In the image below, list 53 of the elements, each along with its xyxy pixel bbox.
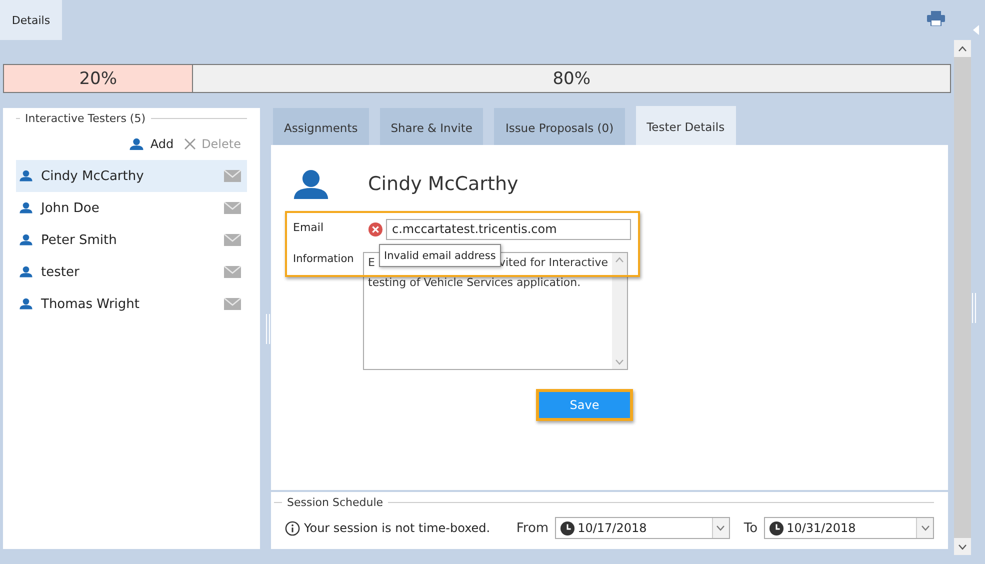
field-text: E	[368, 255, 375, 272]
person-icon	[19, 298, 33, 310]
error-icon	[368, 222, 383, 238]
mail-icon[interactable]	[224, 170, 241, 182]
tab[interactable]: Share & Invite	[380, 108, 484, 145]
person-icon	[19, 234, 33, 246]
splitter-grip[interactable]	[266, 314, 270, 344]
person-icon	[19, 266, 33, 278]
person-icon	[129, 138, 144, 150]
error-tooltip: Invalid email address	[379, 244, 501, 268]
clock-icon	[768, 520, 784, 536]
caret-icon	[920, 525, 930, 531]
tab[interactable]: Assignments	[273, 108, 369, 145]
email-field[interactable]: c.mccartatest.tricentis.com	[386, 219, 631, 240]
caret-icon	[716, 525, 726, 531]
tester-item[interactable]: Peter Smith	[16, 224, 247, 256]
email-label: Email	[292, 220, 325, 236]
to-label: To	[744, 520, 758, 536]
person-icon	[19, 170, 33, 182]
person-icon	[292, 169, 330, 200]
close-icon	[184, 138, 196, 150]
panel-title: Interactive Testers (5)	[25, 112, 146, 125]
info-icon	[285, 520, 300, 536]
tester-item[interactable]: tester	[16, 256, 247, 288]
splitter-grip[interactable]	[972, 293, 976, 323]
scroll-down-icon[interactable]	[958, 544, 967, 550]
scroll-up-icon[interactable]	[958, 46, 967, 52]
expand-arrow-icon[interactable]	[973, 25, 979, 35]
mail-icon[interactable]	[224, 234, 241, 246]
to-date-picker[interactable]: 10/31/2018	[764, 517, 934, 539]
printer-icon[interactable]	[927, 11, 945, 26]
from-label: From	[516, 520, 549, 536]
progress-segment: 20%	[4, 65, 194, 92]
add-button[interactable]: Add	[129, 137, 174, 151]
panel-title: Session Schedule	[287, 496, 384, 509]
tab[interactable]: Tester Details	[636, 106, 736, 145]
scrollbar[interactable]	[954, 40, 971, 555]
tester-item[interactable]: Cindy McCarthy	[16, 160, 247, 192]
person-icon	[19, 202, 33, 214]
mail-icon[interactable]	[224, 298, 241, 310]
tester-item[interactable]: John Doe	[16, 192, 247, 224]
clock-icon	[560, 520, 575, 536]
mail-icon[interactable]	[224, 202, 241, 214]
information-label: Information	[292, 252, 355, 266]
tab[interactable]: Issue Proposals (0)	[494, 108, 625, 145]
tester-name: Cindy McCarthy	[368, 173, 518, 196]
schedule-note: Your session is not time-boxed.	[304, 521, 490, 535]
field-text: testing of Vehicle Services application.	[368, 275, 582, 292]
progress-segment: 80%	[193, 65, 950, 92]
details-tab[interactable]: Details	[0, 0, 62, 40]
mail-icon[interactable]	[224, 266, 241, 278]
tester-item[interactable]: Thomas Wright	[16, 288, 247, 320]
from-date-picker[interactable]: 10/17/2018	[554, 517, 730, 539]
